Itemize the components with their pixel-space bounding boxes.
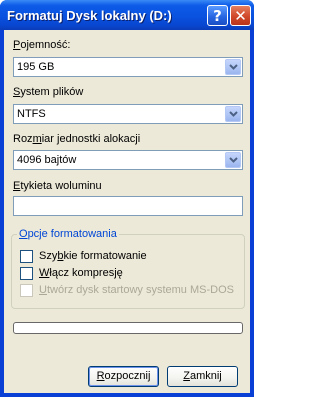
allocation-value: 4096 bajtów: [17, 154, 77, 166]
capacity-value: 195 GB: [17, 61, 55, 73]
help-icon: ?: [213, 6, 222, 25]
chevron-down-icon: [228, 157, 238, 163]
compression-checkbox[interactable]: [20, 267, 33, 280]
close-button[interactable]: Zamknij: [167, 366, 238, 387]
allocation-label: Rozmiar jednostki alokacji: [13, 133, 141, 145]
dialog-body: Pojemność: 195 GB System plików NTFS Roz…: [4, 30, 250, 393]
start-button[interactable]: Rozpocznij: [88, 366, 159, 387]
capacity-label: Pojemność:: [13, 39, 71, 51]
title-bar[interactable]: Formatuj Dysk lokalny (D:) ? ✕: [0, 0, 254, 30]
quick-format-checkbox[interactable]: [20, 250, 33, 263]
filesystem-dropdown-button[interactable]: [225, 106, 241, 122]
close-window-button[interactable]: ✕: [230, 5, 251, 26]
quick-format-label[interactable]: Szybkie formatowanie: [39, 250, 147, 262]
allocation-dropdown-button[interactable]: [225, 152, 241, 168]
filesystem-value: NTFS: [17, 108, 46, 120]
startup-disk-label[interactable]: Utwórz dysk startowy systemu MS-DOS: [39, 284, 234, 296]
compression-label[interactable]: Włącz kompresję: [39, 267, 123, 279]
capacity-dropdown-button[interactable]: [225, 59, 241, 75]
chevron-down-icon: [228, 64, 238, 70]
volume-label-input[interactable]: [13, 196, 243, 216]
capacity-select[interactable]: 195 GB: [13, 57, 243, 77]
help-button[interactable]: ?: [207, 5, 228, 26]
format-progress-bar: [13, 322, 243, 334]
filesystem-label: System plików: [13, 86, 84, 98]
volume-label-caption: Etykieta woluminu: [13, 180, 102, 192]
startup-disk-checkbox[interactable]: [20, 284, 33, 297]
chevron-down-icon: [228, 111, 238, 117]
close-icon: ✕: [234, 6, 247, 25]
format-options-title: Opcje formatowania: [17, 228, 119, 240]
format-dialog-window: Formatuj Dysk lokalny (D:) ? ✕ Pojemność…: [0, 0, 254, 397]
filesystem-select[interactable]: NTFS: [13, 104, 243, 124]
window-frame-bottom: [0, 393, 254, 397]
window-title: Formatuj Dysk lokalny (D:): [7, 8, 172, 23]
allocation-select[interactable]: 4096 bajtów: [13, 150, 243, 170]
